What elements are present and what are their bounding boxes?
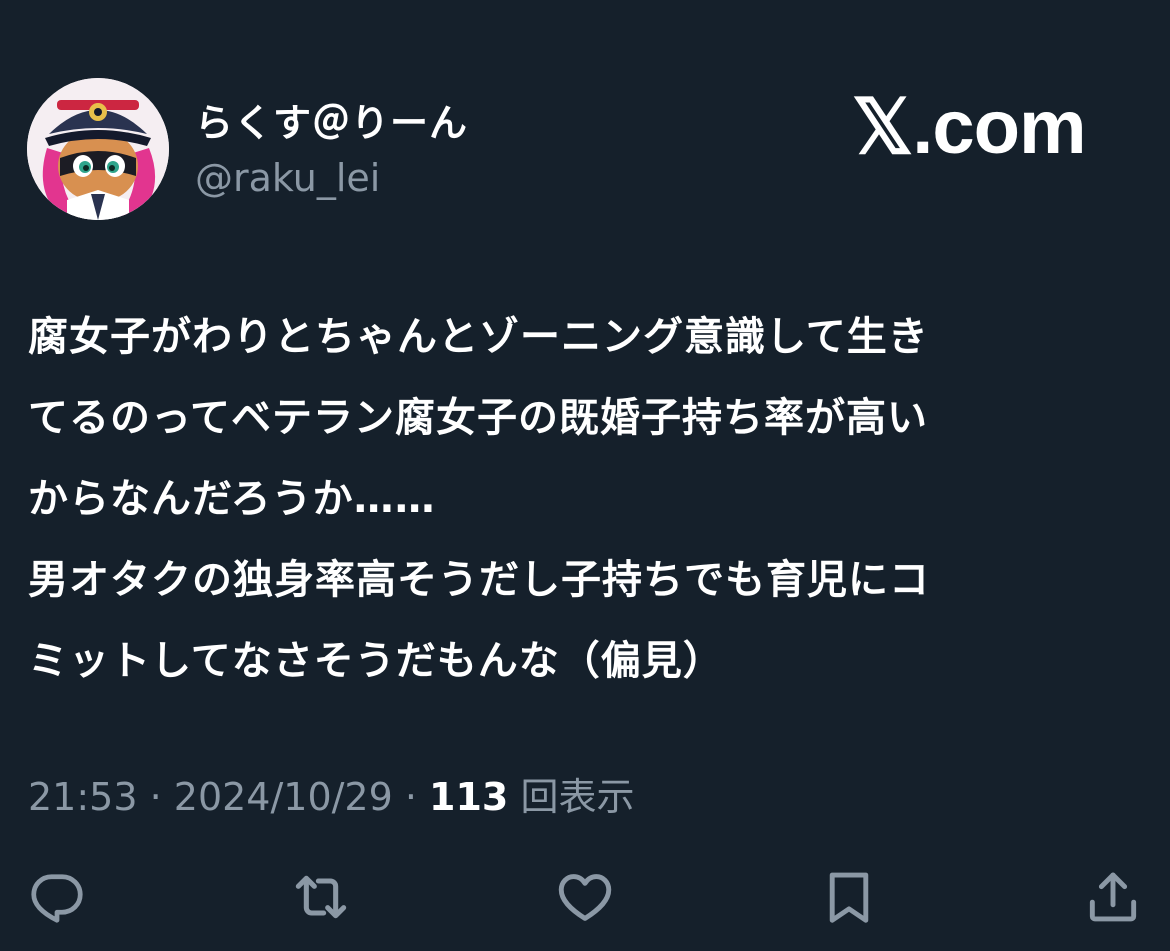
meta-separator: · bbox=[137, 775, 174, 819]
avatar[interactable] bbox=[27, 78, 169, 220]
bookmark-button[interactable] bbox=[814, 862, 884, 932]
views-label: 回表示 bbox=[520, 775, 635, 819]
tweet-text-line: 男オタクの独身率高そうだし子持ちでも育児にコ bbox=[28, 557, 930, 603]
tweet-actions-bar bbox=[0, 862, 1170, 932]
author-handle[interactable]: @raku_lei bbox=[195, 156, 380, 200]
tweet-text: 腐女子がわりとちゃんとゾーニング意識して生き てるのってベテラン腐女子の既婚子持… bbox=[28, 297, 1148, 702]
like-icon bbox=[558, 874, 612, 921]
x-logo-watermark: 𝕏.com bbox=[852, 85, 1087, 170]
tweet-text-line: てるのってベテラン腐女子の既婚子持ち率が高い bbox=[28, 395, 928, 441]
views-count: 113 bbox=[429, 775, 509, 819]
bookmark-icon bbox=[829, 872, 869, 923]
tweet-date[interactable]: 2024/10/29 bbox=[174, 775, 393, 819]
tweet-time[interactable]: 21:53 bbox=[28, 775, 138, 819]
meta-separator: · bbox=[392, 775, 430, 819]
reply-icon bbox=[31, 874, 83, 923]
like-button[interactable] bbox=[550, 862, 620, 932]
retweet-icon bbox=[295, 875, 347, 919]
author-display-name[interactable]: らくす＠りーん bbox=[195, 92, 468, 147]
tweet-text-line: 腐女子がわりとちゃんとゾーニング意識して生き bbox=[28, 314, 929, 360]
share-icon bbox=[1089, 872, 1137, 922]
tweet-text-line: からなんだろうか…… bbox=[28, 476, 436, 522]
retweet-button[interactable] bbox=[286, 862, 356, 932]
reply-button[interactable] bbox=[22, 862, 92, 932]
share-button[interactable] bbox=[1078, 862, 1148, 932]
tweet-meta: 21:53 · 2024/10/29 · 113 回表示 bbox=[28, 766, 634, 821]
tweet-text-line: ミットしてなさそうだもんな（偏見） bbox=[28, 638, 724, 684]
